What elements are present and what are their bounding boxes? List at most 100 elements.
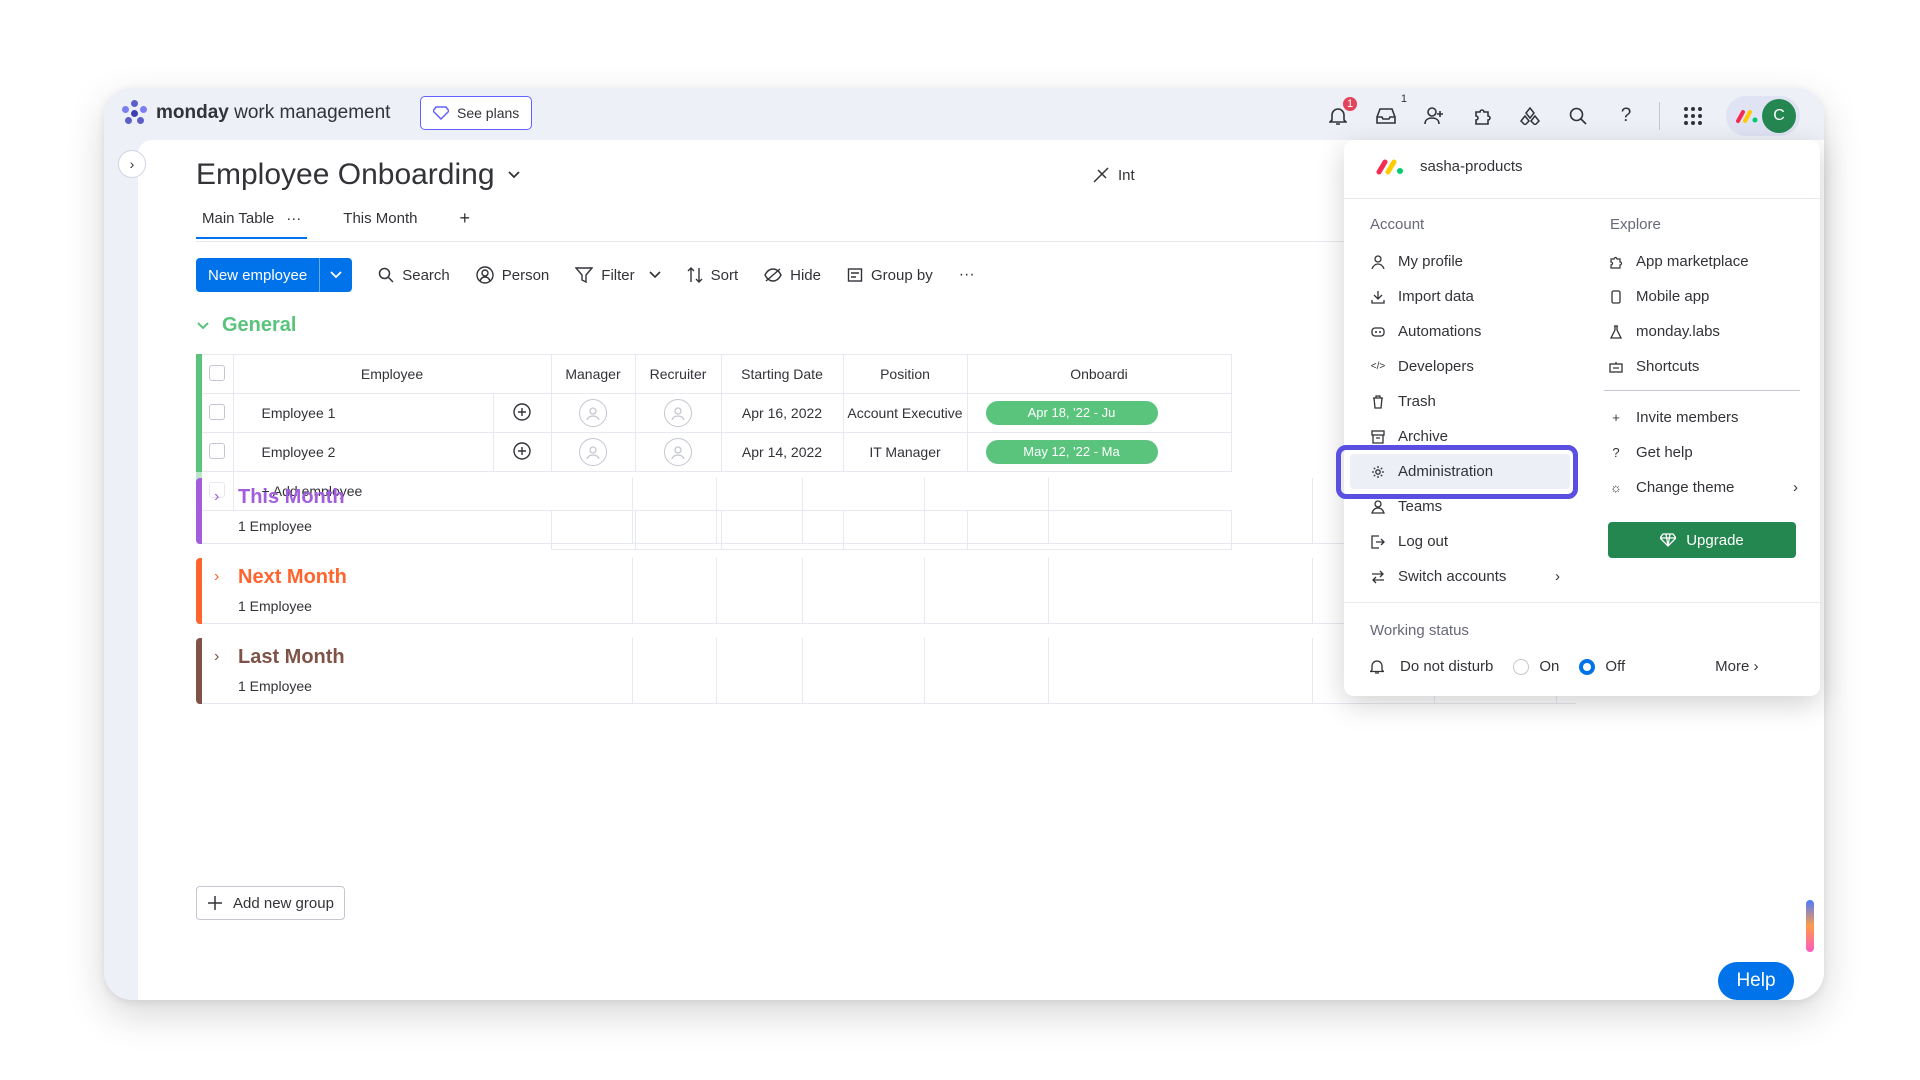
- inbox-icon[interactable]: 1: [1371, 93, 1407, 131]
- apps-puzzle-icon[interactable]: [1467, 101, 1497, 131]
- empty-person-icon: [579, 399, 607, 427]
- see-plans-label: See plans: [457, 105, 520, 121]
- integrate-button[interactable]: Int: [1092, 166, 1135, 184]
- dnd-on-radio[interactable]: [1513, 658, 1530, 675]
- scroll-indicator[interactable]: [1806, 900, 1814, 952]
- logo[interactable]: monday work management: [122, 100, 390, 126]
- menu-item-app-marketplace[interactable]: App marketplace: [1608, 244, 1749, 279]
- upgrade-button[interactable]: Upgrade: [1608, 522, 1796, 558]
- account-items: My profile Import data Automations </> De…: [1350, 244, 1570, 594]
- theme-icon: ☼: [1610, 480, 1622, 495]
- extra-items: + Invite members ? Get help ☼ Change theme ›: [1608, 400, 1798, 505]
- search-icon[interactable]: [1563, 101, 1593, 131]
- menu-item-invite-members[interactable]: + Invite members: [1608, 400, 1798, 435]
- apps-grid-icon[interactable]: [1678, 101, 1708, 131]
- position-cell[interactable]: IT Manager: [842, 432, 968, 472]
- sort-button[interactable]: Sort: [687, 266, 738, 284]
- recruiter-cell[interactable]: [634, 393, 722, 433]
- menu-item-change-theme[interactable]: ☼ Change theme ›: [1608, 470, 1798, 505]
- row-checkbox[interactable]: [209, 403, 226, 420]
- menu-item-label: Log out: [1398, 533, 1449, 550]
- row-select-cell[interactable]: [196, 432, 234, 472]
- group-by-button[interactable]: Group by: [847, 267, 933, 284]
- tab-label: This Month: [343, 210, 418, 227]
- menu-item-shortcuts[interactable]: Shortcuts: [1608, 349, 1749, 384]
- timeline-cell[interactable]: May 12, '22 - Ma: [966, 432, 1232, 472]
- invite-icon[interactable]: [1419, 101, 1449, 131]
- notifications-bell-icon[interactable]: 1: [1323, 95, 1359, 131]
- starting-date-cell[interactable]: Apr 14, 2022: [720, 432, 844, 472]
- menu-item-developers[interactable]: </> Developers: [1370, 349, 1570, 384]
- group-header-general[interactable]: General: [196, 314, 296, 337]
- dnd-off-radio[interactable]: [1579, 658, 1596, 675]
- help-question-icon[interactable]: ?: [1611, 101, 1641, 131]
- table-row[interactable]: Employee 2 Apr 14, 2022 IT Manager May 1…: [196, 432, 1232, 472]
- group-name[interactable]: Next Month: [238, 566, 347, 589]
- add-view-button[interactable]: +: [453, 202, 476, 239]
- account-chip[interactable]: C: [1726, 96, 1800, 136]
- menu-item-label: Shortcuts: [1636, 358, 1700, 375]
- col-header[interactable]: Starting Date: [720, 354, 844, 394]
- timeline-cell[interactable]: Apr 18, '22 - Ju: [966, 393, 1232, 433]
- account-header[interactable]: sasha-products: [1376, 158, 1523, 175]
- add-update-icon[interactable]: [492, 393, 552, 433]
- row-checkbox[interactable]: [209, 442, 226, 459]
- menu-item-my-profile[interactable]: My profile: [1370, 244, 1570, 279]
- menu-item-trash[interactable]: Trash: [1370, 384, 1570, 419]
- help-button[interactable]: Help: [1718, 962, 1794, 1000]
- chevron-down-icon: [649, 271, 661, 279]
- select-all-cell[interactable]: [196, 354, 234, 394]
- tab-options-icon[interactable]: ···: [286, 210, 301, 227]
- menu-item-switch-accounts[interactable]: Switch accounts ›: [1370, 559, 1560, 594]
- group-name[interactable]: This Month: [238, 486, 345, 509]
- integrations-icon[interactable]: [1515, 101, 1545, 131]
- user-avatar[interactable]: C: [1762, 99, 1796, 133]
- hide-button[interactable]: Hide: [764, 267, 821, 284]
- search-button[interactable]: Search: [378, 267, 450, 284]
- tab-main-table[interactable]: Main Table ···: [196, 204, 308, 239]
- menu-item-automations[interactable]: Automations: [1370, 314, 1570, 349]
- search-icon: [378, 267, 394, 283]
- chevron-right-icon[interactable]: ›: [214, 568, 219, 586]
- add-new-group-button[interactable]: Add new group: [196, 886, 345, 920]
- recruiter-cell[interactable]: [634, 432, 722, 472]
- group-name[interactable]: Last Month: [238, 646, 345, 669]
- col-header[interactable]: Recruiter: [634, 354, 722, 394]
- menu-item-get-help[interactable]: ? Get help: [1608, 435, 1798, 470]
- col-header[interactable]: Manager: [550, 354, 636, 394]
- position-cell[interactable]: Account Executive: [842, 393, 968, 433]
- tab-this-month[interactable]: This Month: [337, 204, 423, 237]
- person-icon: [1370, 254, 1386, 270]
- row-select-cell[interactable]: [196, 393, 234, 433]
- item-name[interactable]: Employee 1: [232, 393, 494, 433]
- manager-cell[interactable]: [550, 393, 636, 433]
- add-update-icon[interactable]: [492, 432, 552, 472]
- chevron-down-icon[interactable]: [319, 258, 352, 292]
- explore-items: App marketplace Mobile app monday.labs S…: [1608, 244, 1749, 384]
- more-button[interactable]: More ›: [1715, 658, 1758, 675]
- chevron-right-icon[interactable]: ›: [214, 648, 219, 666]
- dnd-label: Do not disturb: [1400, 658, 1494, 675]
- new-employee-button[interactable]: New employee: [196, 258, 353, 292]
- manager-cell[interactable]: [550, 432, 636, 472]
- see-plans-button[interactable]: See plans: [420, 96, 533, 130]
- starting-date-cell[interactable]: Apr 16, 2022: [720, 393, 844, 433]
- board-title[interactable]: Employee Onboarding: [196, 158, 521, 192]
- menu-item-log-out[interactable]: Log out: [1370, 524, 1570, 559]
- col-header[interactable]: Employee: [232, 354, 552, 394]
- sidebar-toggle-chevron-icon[interactable]: ›: [118, 150, 146, 178]
- col-header[interactable]: Onboardi: [966, 354, 1232, 394]
- menu-item-monday-labs[interactable]: monday.labs: [1608, 314, 1749, 349]
- more-options-icon[interactable]: ···: [959, 266, 975, 284]
- menu-item-mobile-app[interactable]: Mobile app: [1608, 279, 1749, 314]
- person-filter-button[interactable]: Person: [476, 266, 549, 284]
- sort-arrows-icon: [687, 267, 703, 283]
- table-row[interactable]: Employee 1 Apr 16, 2022 Account Executiv…: [196, 393, 1232, 433]
- off-label: Off: [1605, 658, 1626, 675]
- menu-item-import-data[interactable]: Import data: [1370, 279, 1570, 314]
- col-header[interactable]: Position: [842, 354, 968, 394]
- item-name[interactable]: Employee 2: [232, 432, 494, 472]
- chevron-right-icon[interactable]: ›: [214, 488, 219, 506]
- select-all-checkbox[interactable]: [209, 364, 226, 381]
- filter-button[interactable]: Filter: [575, 266, 661, 284]
